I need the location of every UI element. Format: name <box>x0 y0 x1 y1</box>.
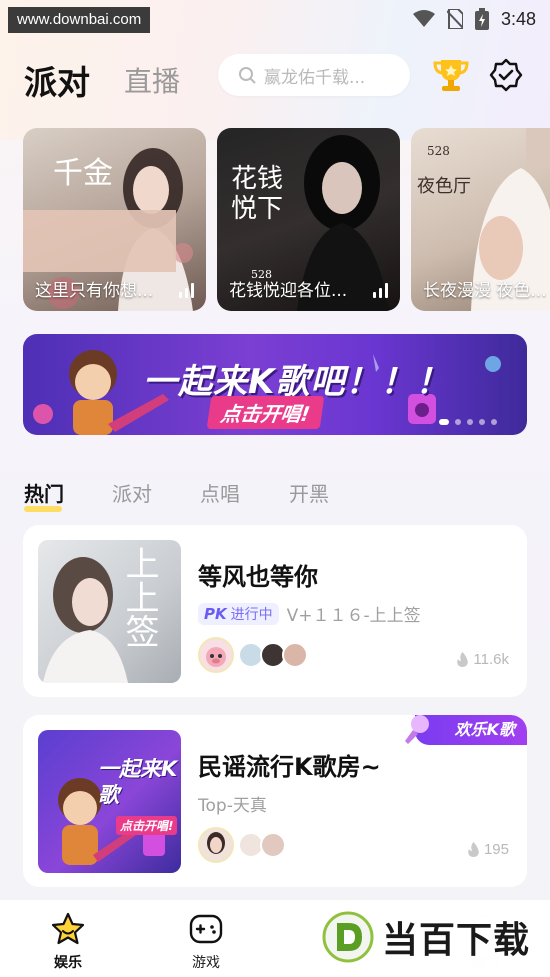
tab-party-category[interactable]: 派对 <box>112 478 152 507</box>
room-card[interactable]: 528 夜色厅 长夜漫漫 夜色... <box>411 128 550 311</box>
room-overlay-text: 花钱悦下 <box>231 164 284 224</box>
brand-logo-icon <box>322 911 374 963</box>
thumbnail-text: 上上签 <box>119 546 159 648</box>
room-card[interactable]: 千金 这里只有你想... <box>23 128 206 311</box>
fire-icon <box>468 842 479 857</box>
nav-label: 娱乐 <box>54 955 82 971</box>
nav-label: 游戏 <box>192 955 220 971</box>
popularity-count: 11.6k <box>456 651 509 668</box>
brand-watermark-text: 当百下载 <box>382 920 531 961</box>
search-placeholder: 嬴龙佑千载... <box>264 67 366 88</box>
room-caption: 长夜漫漫 夜色... <box>423 281 547 301</box>
tab-request-song[interactable]: 点唱 <box>200 478 240 507</box>
room-subinfo: Top-天真 <box>198 791 267 816</box>
thumbnail-subtext: 点击开唱! <box>116 816 178 835</box>
hot-value: 11.6k <box>473 651 509 668</box>
thumbnail-text: 一起来K歌 <box>98 757 178 807</box>
banner-subtitle: 点击开唱! <box>206 396 325 429</box>
room-card[interactable]: 花钱悦下 528 花钱悦迎各位... <box>217 128 400 311</box>
participant-avatars <box>198 637 308 673</box>
host-avatar[interactable] <box>198 827 234 863</box>
party-room-card[interactable]: 上上签 等风也等你 PK 进行中 V+１１６-上上签 11.6k <box>23 525 527 697</box>
battery-icon <box>474 8 489 30</box>
carousel-indicator <box>439 419 497 425</box>
ktv-promo-banner[interactable]: 一起来K歌吧！！！ 点击开唱! <box>23 334 527 435</box>
search-input[interactable]: 嬴龙佑千载... <box>218 54 410 96</box>
room-thumbnail: 上上签 <box>38 540 181 683</box>
nav-games[interactable]: 游戏 <box>176 912 236 972</box>
room-caption: 花钱悦迎各位... <box>229 281 348 301</box>
star-icon <box>51 912 85 945</box>
clock: 3:48 <box>500 8 536 29</box>
microphone-icon <box>405 715 429 744</box>
gamepad-icon <box>189 914 223 944</box>
tab-party[interactable]: 派对 <box>24 56 90 104</box>
room-overlay-text: 夜色厅 <box>417 176 471 197</box>
ktv-tag: 欢乐K歌 <box>414 715 527 745</box>
no-sim-icon <box>446 9 463 29</box>
trophy-icon[interactable] <box>432 56 470 94</box>
room-owner: Top-天真 <box>198 796 267 816</box>
search-icon <box>239 67 256 84</box>
site-watermark: www.downbai.com <box>8 7 151 33</box>
room-owner: V+１１６-上上签 <box>286 606 421 626</box>
tab-gaming[interactable]: 开黑 <box>289 478 329 507</box>
host-avatar[interactable] <box>198 637 234 673</box>
participant-avatar[interactable] <box>260 832 286 858</box>
brand-watermark: 当百下载 <box>322 905 544 969</box>
room-title: 等风也等你 <box>198 563 318 591</box>
wifi-icon <box>412 10 435 27</box>
room-number: 528 <box>427 144 450 158</box>
room-subinfo: PK 进行中 V+１１６-上上签 <box>198 601 421 626</box>
participant-avatars <box>198 827 286 863</box>
pk-status: 进行中 <box>230 606 273 623</box>
top-header: 派对 直播 嬴龙佑千载... <box>0 50 550 102</box>
pk-status-badge: PK 进行中 <box>198 602 279 625</box>
room-caption: 这里只有你想... <box>35 281 154 301</box>
status-icons: 3:48 <box>412 8 536 30</box>
live-signal-icon <box>373 283 388 298</box>
live-signal-icon <box>179 283 194 298</box>
tab-live[interactable]: 直播 <box>124 60 180 100</box>
hot-value: 195 <box>483 841 509 858</box>
tab-hot[interactable]: 热门 <box>24 478 64 507</box>
featured-rooms: 千金 这里只有你想... 花钱悦下 528 花钱悦迎各位... 528 夜色厅 … <box>23 128 550 311</box>
achievement-badge-icon[interactable] <box>489 58 523 92</box>
room-overlay-text: 千金 <box>53 156 113 191</box>
popularity-count: 195 <box>467 841 509 858</box>
pk-label: PK <box>204 604 227 623</box>
room-title: 民谣流行K歌房~ <box>198 753 381 781</box>
party-room-card[interactable]: 欢乐K歌 一起来K歌 点击开唱! 民谣流行K歌房~ Top-天真 195 <box>23 715 527 887</box>
participant-avatar[interactable] <box>282 642 308 668</box>
blurred-area <box>23 210 176 272</box>
status-bar: www.downbai.com 3:48 <box>0 0 550 36</box>
room-thumbnail: 一起来K歌 点击开唱! <box>38 730 181 873</box>
nav-entertainment[interactable]: 娱乐 <box>38 912 98 972</box>
fire-icon <box>457 652 469 667</box>
